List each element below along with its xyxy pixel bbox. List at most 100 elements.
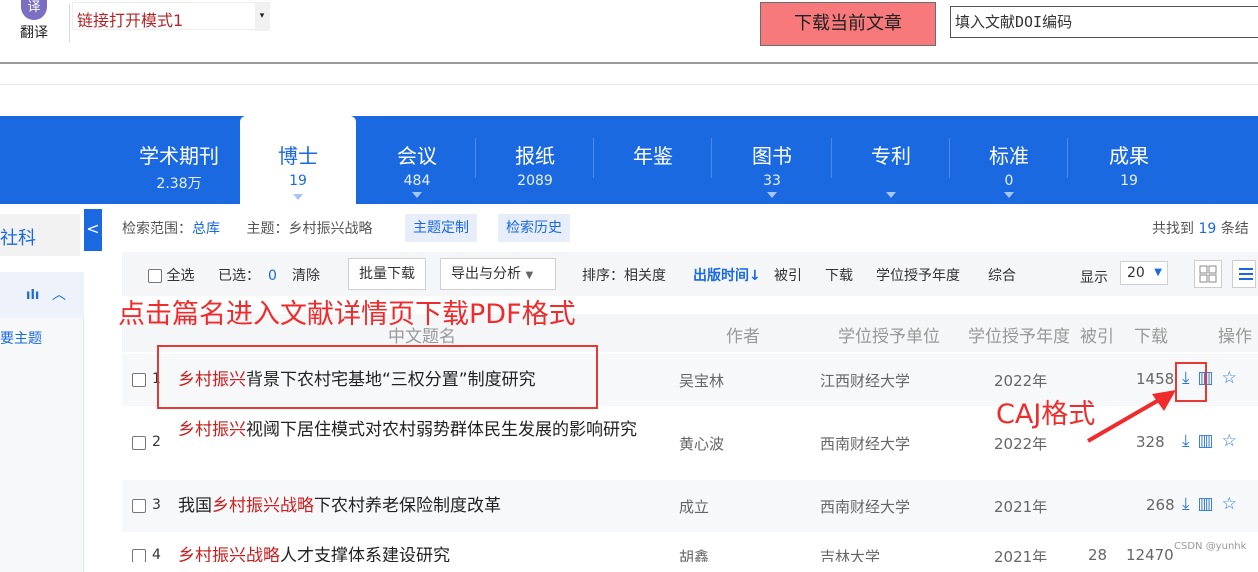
scope-range-value[interactable]: 总库 bbox=[192, 221, 220, 237]
result-count-number: 19 bbox=[1198, 221, 1217, 237]
tab-standards[interactable]: 标准 0 bbox=[950, 116, 1068, 204]
tab-patents[interactable]: 专利 bbox=[832, 116, 950, 204]
batch-download-button[interactable]: 批量下载 bbox=[348, 258, 426, 290]
row-cited[interactable]: 28 bbox=[1088, 546, 1107, 562]
arrow-down-icon: ↓ bbox=[749, 268, 761, 284]
title-highlight-box bbox=[157, 345, 598, 409]
sidebar-panel: ılı ︿ 要主题 bbox=[0, 272, 84, 572]
star-icon[interactable]: ☆ bbox=[1222, 494, 1245, 514]
result-count-prefix: 共找到 bbox=[1152, 221, 1194, 237]
row-title-link[interactable]: 乡村振兴视阈下居住模式对农村弱势群体民生发展的影响研究 bbox=[178, 418, 658, 442]
list-view-icon[interactable] bbox=[1232, 260, 1256, 288]
sort-publish-time[interactable]: 出版时间↓ bbox=[693, 265, 761, 285]
row-unit[interactable]: 吉林大学 bbox=[820, 546, 880, 562]
translate-button[interactable]: 译 翻译 bbox=[14, 0, 54, 44]
row-checkbox[interactable] bbox=[132, 436, 146, 450]
tab-yearbook[interactable]: 年鉴 bbox=[594, 116, 712, 204]
row-title-link[interactable]: 乡村振兴战略人才支撑体系建设研究 bbox=[178, 544, 658, 562]
select-all-label: 全选 bbox=[166, 268, 195, 284]
title-highlight: 乡村振兴战略 bbox=[178, 546, 280, 562]
toolbar-divider bbox=[69, 4, 70, 42]
select-all[interactable]: 全选 bbox=[148, 265, 194, 285]
row-checkbox[interactable] bbox=[132, 373, 146, 387]
tab-label: 标准 bbox=[989, 144, 1029, 168]
tab-label: 报纸 bbox=[515, 144, 555, 168]
chevron-down-icon[interactable]: ▾ bbox=[255, 3, 269, 31]
export-analysis-dropdown[interactable]: 导出与分析 ▼ bbox=[440, 258, 556, 290]
sort-label-group: 排序：相关度 bbox=[582, 265, 666, 285]
tab-count: 19 bbox=[289, 173, 307, 189]
sort-comprehensive[interactable]: 综合 bbox=[988, 265, 1016, 285]
tab-divider bbox=[1067, 138, 1068, 178]
header-year: 学位授予年度 bbox=[968, 327, 1070, 347]
title-rest: 下农村养老保险制度改革 bbox=[314, 496, 501, 516]
scope-range-label: 检索范围： bbox=[122, 221, 192, 237]
header-actions: 操作 bbox=[1218, 327, 1252, 347]
book-icon[interactable]: ▥ bbox=[1198, 494, 1222, 514]
row-author[interactable]: 黄心波 bbox=[679, 433, 724, 454]
grid-view-icon[interactable] bbox=[1194, 260, 1222, 288]
custom-topic-button[interactable]: 主题定制 bbox=[405, 214, 477, 242]
tab-doctoral[interactable]: 博士 19 bbox=[240, 116, 356, 206]
title-highlight: 乡村振兴战略 bbox=[212, 496, 314, 516]
tab-journals[interactable]: 学术期刊 2.38万 bbox=[120, 116, 238, 204]
tab-count: 2089 bbox=[517, 173, 553, 189]
tab-label: 成果 bbox=[1109, 144, 1149, 168]
divider bbox=[0, 84, 1258, 85]
tab-newspaper[interactable]: 报纸 2089 bbox=[476, 116, 594, 204]
book-icon[interactable]: ▥ bbox=[1198, 431, 1222, 451]
tab-achievements[interactable]: 成果 19 bbox=[1070, 116, 1188, 204]
sidebar-collapse-button[interactable]: < bbox=[84, 209, 102, 251]
selected-label: 已选： bbox=[218, 268, 260, 284]
row-author[interactable]: 成立 bbox=[679, 496, 709, 517]
caret-down-icon bbox=[1004, 192, 1014, 198]
doi-input[interactable] bbox=[950, 6, 1258, 38]
page-size-select[interactable]: 20 ▼ bbox=[1120, 261, 1168, 285]
download-icon[interactable]: ⤓ bbox=[1182, 431, 1198, 451]
row-year: 2022年 bbox=[994, 372, 1048, 390]
sort-downloads[interactable]: 下载 bbox=[825, 265, 853, 285]
sort-cited[interactable]: 被引 bbox=[774, 265, 802, 285]
sort-relevance[interactable]: 相关度 bbox=[624, 268, 666, 284]
download-icon[interactable]: ⤓ bbox=[1182, 494, 1198, 514]
star-icon[interactable]: ☆ bbox=[1222, 431, 1245, 451]
download-current-article-button[interactable]: 下载当前文章 bbox=[760, 2, 936, 46]
row-unit[interactable]: 江西财经大学 bbox=[820, 370, 910, 391]
sidebar-category-card[interactable]: 社科 bbox=[0, 214, 80, 256]
chevron-left-icon: < bbox=[86, 219, 100, 238]
watermark: CSDN @yunhk bbox=[1174, 541, 1247, 552]
row-checkbox[interactable] bbox=[132, 549, 146, 562]
clear-button[interactable]: 清除 bbox=[292, 265, 320, 285]
bar-chart-icon[interactable]: ılı bbox=[26, 288, 39, 303]
translate-label: 翻译 bbox=[20, 25, 48, 41]
tab-books[interactable]: 图书 33 bbox=[712, 116, 832, 204]
row-unit[interactable]: 西南财经大学 bbox=[820, 433, 910, 454]
caret-down-icon bbox=[412, 192, 422, 198]
tab-label: 学术期刊 bbox=[139, 144, 219, 168]
tab-count: 33 bbox=[763, 173, 781, 189]
row-checkbox[interactable] bbox=[132, 499, 146, 513]
row-unit[interactable]: 西南财经大学 bbox=[820, 496, 910, 517]
row-title-link[interactable]: 我国乡村振兴战略下农村养老保险制度改革 bbox=[178, 494, 658, 518]
row-author[interactable]: 胡鑫 bbox=[679, 546, 709, 562]
tab-conference[interactable]: 会议 484 bbox=[358, 116, 476, 204]
caret-down-icon: ▼ bbox=[525, 270, 534, 281]
star-icon[interactable]: ☆ bbox=[1222, 368, 1245, 388]
link-mode-select[interactable]: 链接打开模式1 ▾ bbox=[72, 2, 270, 31]
row-downloads: 12470 bbox=[1126, 546, 1174, 562]
sidebar-section-label[interactable]: 要主题 bbox=[0, 328, 42, 348]
chevron-up-icon[interactable]: ︿ bbox=[52, 284, 66, 304]
search-scope: 检索范围：总库 主题：乡村振兴战略 bbox=[122, 218, 372, 238]
tab-count: 0 bbox=[1004, 173, 1014, 189]
result-count: 共找到 19 条结 bbox=[1152, 218, 1249, 238]
row-year: 2022年 bbox=[994, 435, 1048, 453]
scope-topic-label: 主题： bbox=[246, 221, 289, 237]
row-author[interactable]: 吴宝林 bbox=[679, 370, 724, 391]
translate-icon: 译 bbox=[21, 0, 47, 20]
caret-down-icon bbox=[767, 192, 777, 198]
page-size-value: 20 bbox=[1127, 265, 1145, 281]
caret-down-icon: ▼ bbox=[1154, 267, 1162, 278]
select-all-checkbox[interactable] bbox=[148, 269, 162, 283]
sort-degree-year[interactable]: 学位授予年度 bbox=[876, 265, 960, 285]
search-history-button[interactable]: 检索历史 bbox=[498, 214, 570, 242]
